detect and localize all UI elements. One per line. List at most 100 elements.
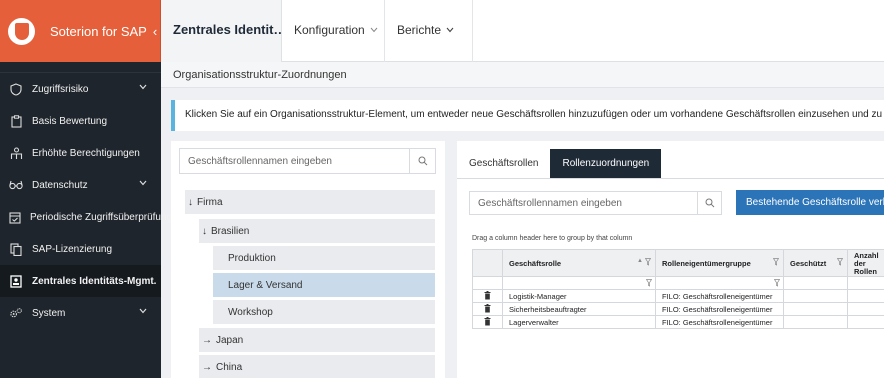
role-search [469,191,722,215]
cell-group: FILO: Geschäftsrolleneigentümer [655,289,784,303]
sidebar-item-label: Zugriffsrisiko [32,83,89,95]
brand-logo-icon [8,17,35,45]
sidebar-item-sap-lizenzierung[interactable]: SAP-Lizenzierung [0,233,161,265]
clipboard-icon [9,114,23,128]
sidebar-nav: Zugriffsrisiko Basis Bewertung Erhöhte B… [0,72,172,329]
delete-cell [472,302,503,316]
tree-node-china[interactable]: → China [199,355,435,378]
delete-cell [472,315,503,329]
sidebar-item-periodische-zugriffsueberpruefung[interactable]: Periodische Zugriffsüberprüfung [0,201,172,233]
column-header-rolleneigentuemergruppe[interactable]: Rolleneigentümergruppe [655,249,784,277]
sidebar-item-basis-bewertung[interactable]: Basis Bewertung [0,105,161,137]
filter-icon[interactable] [772,258,780,268]
tree-node-japan[interactable]: → Japan [199,328,435,352]
info-banner: Klicken Sie auf ein Organisationsstruktu… [171,100,884,131]
tree-node-label: Produktion [228,252,276,264]
tab-geschaeftsrollen[interactable]: Geschäftsrollen [457,149,550,178]
filter-cell-geschuetzt[interactable] [783,276,848,290]
column-header-label: Geschützt [790,258,827,268]
cell-count [847,315,884,329]
sort-asc-icon[interactable]: ▲ [637,258,643,264]
menu-label: Berichte [397,23,442,37]
sidebar-item-label: SAP-Lizenzierung [32,243,113,255]
search-icon[interactable] [409,149,435,173]
column-header-geschaeftsrolle[interactable]: Geschäftsrolle ▲ [502,249,656,277]
column-header-anzahl-rollen[interactable]: Anzahl der Rollen [847,249,884,277]
arrow-down-icon: ↓ [188,196,193,208]
business-roles-grid: Geschäftsrolle ▲ Rolleneigentümergruppe … [472,249,884,329]
tree-node-label: Firma [197,196,223,208]
tree-search-input[interactable] [180,149,408,173]
filter-cell [472,276,503,290]
tree-node-label: Japan [216,334,244,346]
sidebar-collapse-icon[interactable]: ‹ [153,24,157,39]
page-title: Organisationsstruktur-Zuordnungen [161,62,884,88]
tab-bar: Geschäftsrollen Rollenzuordnungen [457,149,662,178]
org-tree-panel: ↓ Firma ↓ Brasilien Produktion Lager & V… [171,141,445,378]
tab-zentrales-identitaets[interactable]: Zentrales Identit… [161,0,282,62]
tree-node-lager-versand[interactable]: Lager & Versand [213,273,435,297]
tab-divider [457,178,884,179]
cell-role: Sicherheitsbeauftragter [502,302,656,316]
trash-icon[interactable] [484,303,491,313]
sidebar-item-label: Zentrales Identitäts-Mgmt. [32,275,157,287]
menu-berichte[interactable]: Berichte [397,23,454,37]
cell-group: FILO: Geschäftsrolleneigentümer [655,302,784,316]
chevron-down-icon [139,178,147,189]
sidebar-item-zugriffsrisiko[interactable]: Zugriffsrisiko [0,73,161,105]
group-by-hint: Drag a column header here to group by th… [472,235,633,242]
table-row[interactable]: Sicherheitsbeauftragter FILO: Geschäftsr… [472,302,884,316]
filter-cell-geschaeftsrolle[interactable] [502,276,656,290]
cell-protected [783,302,848,316]
arrow-down-icon: ↓ [202,225,207,237]
sidebar-item-label: System [32,307,66,319]
tree-node-firma[interactable]: ↓ Firma [185,190,435,214]
tree-node-produktion[interactable]: Produktion [213,246,435,270]
search-icon[interactable] [697,192,721,214]
tree-node-workshop[interactable]: Workshop [213,300,435,324]
sidebar: Soterion for SAP ‹ Zugriffsrisiko Basis … [0,0,172,378]
column-header-label: Rolleneigentümergruppe [662,258,751,268]
column-header-label: Anzahl der Rollen [854,251,879,276]
tab-rollenzuordnungen[interactable]: Rollenzuordnungen [550,149,662,178]
tree-node-label: Lager & Versand [228,279,303,291]
chevron-down-icon [139,82,147,93]
filter-cell-rolleneigentuemergruppe[interactable] [655,276,784,290]
business-roles-panel: Geschäftsrollen Rollenzuordnungen Besteh… [457,141,884,378]
glasses-icon [9,178,23,192]
gears-icon [9,306,23,320]
tree-node-label: China [216,361,243,373]
calendar-check-icon [9,210,21,224]
arrow-right-icon: → [202,361,212,373]
filter-icon[interactable] [836,258,844,268]
trash-icon[interactable] [484,290,491,300]
filter-icon[interactable] [773,279,781,289]
tree-node-brasilien[interactable]: ↓ Brasilien [199,219,435,243]
menu-konfiguration[interactable]: Konfiguration [294,23,378,37]
link-existing-role-button[interactable]: Bestehende Geschäftsrolle verknüpfen [736,190,884,215]
trash-icon[interactable] [484,316,491,326]
chevron-down-icon [139,306,147,317]
table-row[interactable]: Logistik-Manager FILO: Geschäftsrollenei… [472,289,884,303]
sidebar-item-zentrales-identitaets-mgmt[interactable]: Zentrales Identitäts-Mgmt. [0,265,161,297]
filter-icon[interactable] [645,279,653,289]
sidebar-item-datenschutz[interactable]: Datenschutz [0,169,161,201]
sidebar-item-label: Periodische Zugriffsüberprüfung [30,211,173,223]
filter-cell-anzahl[interactable] [847,276,884,290]
cell-protected [783,289,848,303]
role-search-input[interactable] [470,192,696,214]
tree-node-label: Workshop [228,306,273,318]
column-header-geschuetzt[interactable]: Geschützt [783,249,848,277]
sidebar-item-label: Erhöhte Berechtigungen [32,147,140,159]
delete-cell [472,289,503,303]
arrow-right-icon: → [202,334,212,346]
brand-title: Soterion for SAP [50,23,147,39]
menu-label: Konfiguration [294,23,365,37]
cell-protected [783,315,848,329]
sidebar-item-system[interactable]: System [0,297,161,329]
sidebar-item-label: Datenschutz [32,179,88,191]
table-row[interactable]: Lagerverwalter FILO: Geschäftsrolleneige… [472,315,884,329]
tree-node-label: Brasilien [211,225,250,237]
sidebar-item-erhoehte-berechtigungen[interactable]: Erhöhte Berechtigungen [0,137,161,169]
filter-icon[interactable] [644,258,652,268]
